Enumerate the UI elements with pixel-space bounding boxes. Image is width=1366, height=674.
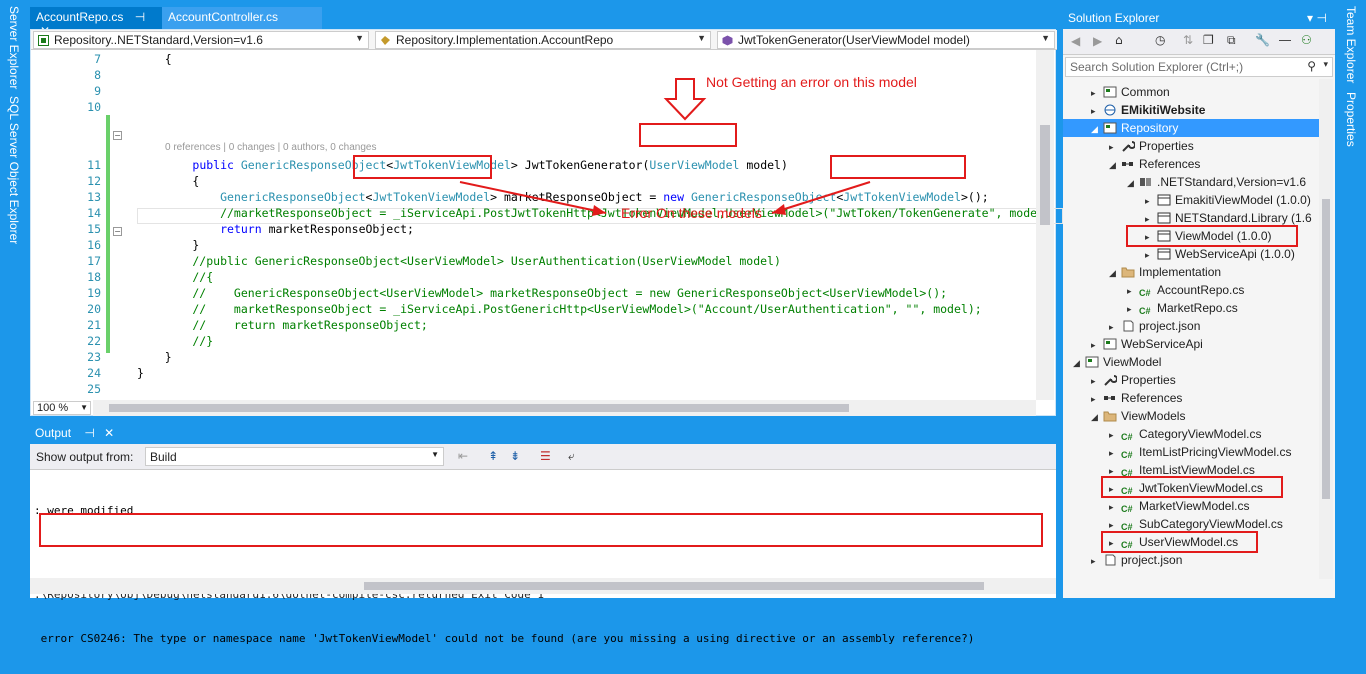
arrow-line: [459, 181, 607, 214]
error-line: error CS0246: The type or namespace name…: [34, 632, 975, 645]
arrow-head: [592, 205, 606, 216]
arrow-line: [771, 181, 871, 214]
down-arrow-icon: [663, 78, 707, 121]
annotation-arrows: [459, 78, 871, 216]
